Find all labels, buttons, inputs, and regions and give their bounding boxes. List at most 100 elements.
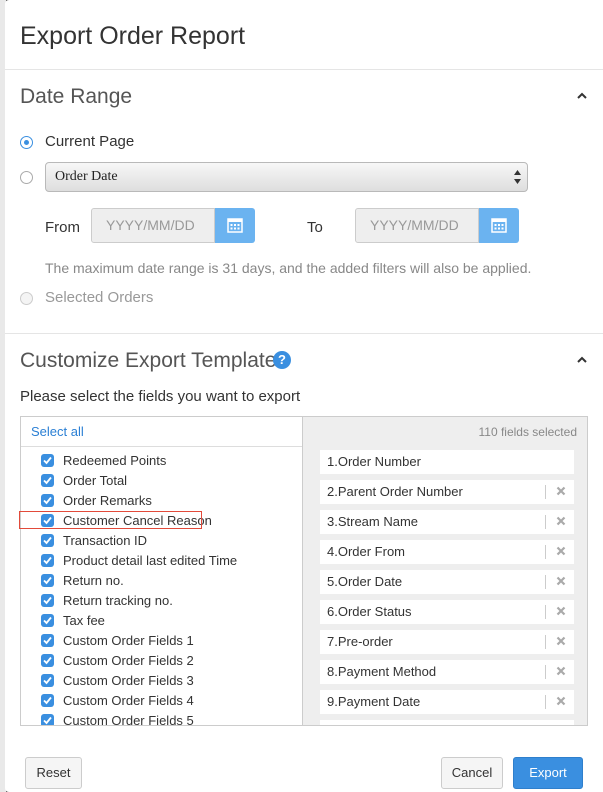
remove-x-icon[interactable]	[556, 606, 566, 616]
check-icon	[43, 716, 52, 725]
from-calendar-button[interactable]	[215, 208, 255, 243]
remove-x-icon[interactable]	[556, 666, 566, 676]
remove-x-icon[interactable]	[556, 696, 566, 706]
export-button[interactable]: Export	[513, 757, 583, 789]
modal-header: Export Order Report	[5, 0, 603, 70]
to-calendar-button[interactable]	[479, 208, 519, 243]
selected-field-label: 5.Order Date	[327, 574, 403, 589]
available-fields-panel[interactable]: Select all Redeemed Points Order Total Ord…	[20, 416, 303, 726]
selected-field-item[interactable]: 2.Parent Order Number	[320, 480, 574, 504]
selected-field-label: 9.Payment Date	[327, 694, 421, 709]
selected-field-item[interactable]: 7.Pre-order	[320, 630, 574, 654]
check-icon	[43, 656, 52, 665]
checkbox-checked[interactable]	[41, 454, 54, 467]
checkbox-checked[interactable]	[41, 574, 54, 587]
check-icon	[43, 496, 52, 505]
modal-title: Export Order Report	[20, 22, 246, 50]
selected-field-item[interactable]: 5.Order Date	[320, 570, 574, 594]
panel-separator	[21, 446, 302, 447]
checkbox-checked[interactable]	[41, 474, 54, 487]
remove-x-icon[interactable]	[556, 576, 566, 586]
checkbox-checked[interactable]	[41, 614, 54, 627]
check-icon	[43, 456, 52, 465]
available-field-label: Redeemed Points	[63, 453, 167, 468]
checkbox-checked[interactable]	[41, 534, 54, 547]
checkbox-checked[interactable]	[41, 494, 54, 507]
remove-x-icon[interactable]	[556, 546, 566, 556]
checkbox-checked[interactable]	[41, 634, 54, 647]
remove-separator	[545, 725, 546, 726]
from-label: From	[45, 219, 80, 236]
date-field-select[interactable]: Order Date	[45, 162, 528, 192]
remove-separator	[545, 575, 546, 589]
check-icon	[43, 596, 52, 605]
selected-field-label: 1.Order Number	[327, 454, 421, 469]
check-icon	[43, 696, 52, 705]
radio-date-range[interactable]	[20, 171, 33, 184]
reset-button[interactable]: Reset	[25, 757, 82, 789]
radio-selected-orders[interactable]	[20, 292, 33, 305]
available-field-label: Order Total	[63, 473, 128, 488]
selected-field-item[interactable]: 4.Order From	[320, 540, 574, 564]
checkbox-checked[interactable]	[41, 694, 54, 707]
checkbox-checked[interactable]	[41, 554, 54, 567]
date-range-heading: Date Range	[20, 85, 133, 108]
selected-field-item[interactable]: 9.Payment Date	[320, 690, 574, 714]
selected-field-item[interactable]: 1.Order Number	[320, 450, 574, 474]
from-date-input[interactable]: YYYY/MM/DD	[91, 208, 215, 243]
cancel-button[interactable]: Cancel	[441, 757, 503, 789]
check-icon	[43, 556, 52, 565]
available-field-label: Custom Order Fields 4	[63, 693, 194, 708]
export-order-report-modal: Export Order Report Date Range Current P…	[5, 0, 603, 792]
selected-field-item[interactable]: 6.Order Status	[320, 600, 574, 624]
remove-separator	[545, 605, 546, 619]
section-divider	[5, 333, 603, 334]
remove-separator	[545, 515, 546, 529]
available-field-label: Product detail last edited Time	[63, 553, 238, 568]
checkbox-checked[interactable]	[41, 674, 54, 687]
available-field-label: Order Remarks	[63, 493, 152, 508]
checkbox-checked[interactable]	[41, 654, 54, 667]
available-field-label: Transaction ID	[63, 533, 148, 548]
selected-field-label: 2.Parent Order Number	[327, 484, 463, 499]
available-field-label: Custom Order Fields 5	[63, 713, 194, 726]
to-date-input[interactable]: YYYY/MM/DD	[355, 208, 479, 243]
customer-cancel-reason-highlight	[19, 511, 202, 529]
selected-field-label: 3.Stream Name	[327, 514, 419, 529]
available-field-label: Return no.	[63, 573, 124, 588]
check-icon	[43, 576, 52, 585]
checkbox-checked[interactable]	[41, 594, 54, 607]
template-heading: Customize Export Template	[20, 349, 277, 372]
radio-current-page[interactable]	[20, 136, 33, 149]
remove-separator	[545, 695, 546, 709]
question-circle-icon[interactable]: ?	[273, 351, 291, 369]
available-field-label: Return tracking no.	[63, 593, 173, 608]
selected-field-item[interactable]	[320, 720, 574, 726]
check-icon	[43, 676, 52, 685]
checkbox-checked[interactable]	[41, 714, 54, 725]
date-field-select-value: Order Date	[55, 169, 118, 184]
select-all-link[interactable]: Select all	[31, 424, 84, 439]
date-range-hint: The maximum date range is 31 days, and t…	[45, 260, 532, 276]
radio-current-page-label: Current Page	[45, 133, 135, 150]
available-field-label: Tax fee	[63, 613, 105, 628]
remove-x-icon[interactable]	[556, 636, 566, 646]
selected-fields-panel[interactable]: 110 fields selected 1.Order Number 2.Pare…	[303, 416, 588, 726]
selected-field-label: 4.Order From	[327, 544, 406, 559]
selected-field-item[interactable]: 3.Stream Name	[320, 510, 574, 534]
available-field-label: Custom Order Fields 2	[63, 653, 194, 668]
radio-selected-orders-label: Selected Orders	[45, 289, 154, 306]
template-collapse-chevron-up-icon[interactable]	[577, 356, 587, 366]
available-field-label: Custom Order Fields 3	[63, 673, 194, 688]
fields-selected-count: 110 fields selected	[478, 425, 577, 439]
available-field-label: Custom Order Fields 1	[63, 633, 194, 648]
calendar-icon	[491, 218, 507, 233]
remove-x-icon[interactable]	[556, 516, 566, 526]
select-arrows-icon	[514, 170, 521, 184]
calendar-icon	[227, 218, 243, 233]
remove-x-icon[interactable]	[556, 486, 566, 496]
selected-field-item[interactable]: 8.Payment Method	[320, 660, 574, 684]
remove-separator	[545, 665, 546, 679]
date-range-collapse-chevron-up-icon[interactable]	[577, 92, 587, 102]
template-instruction: Please select the fields you want to exp…	[20, 388, 301, 405]
